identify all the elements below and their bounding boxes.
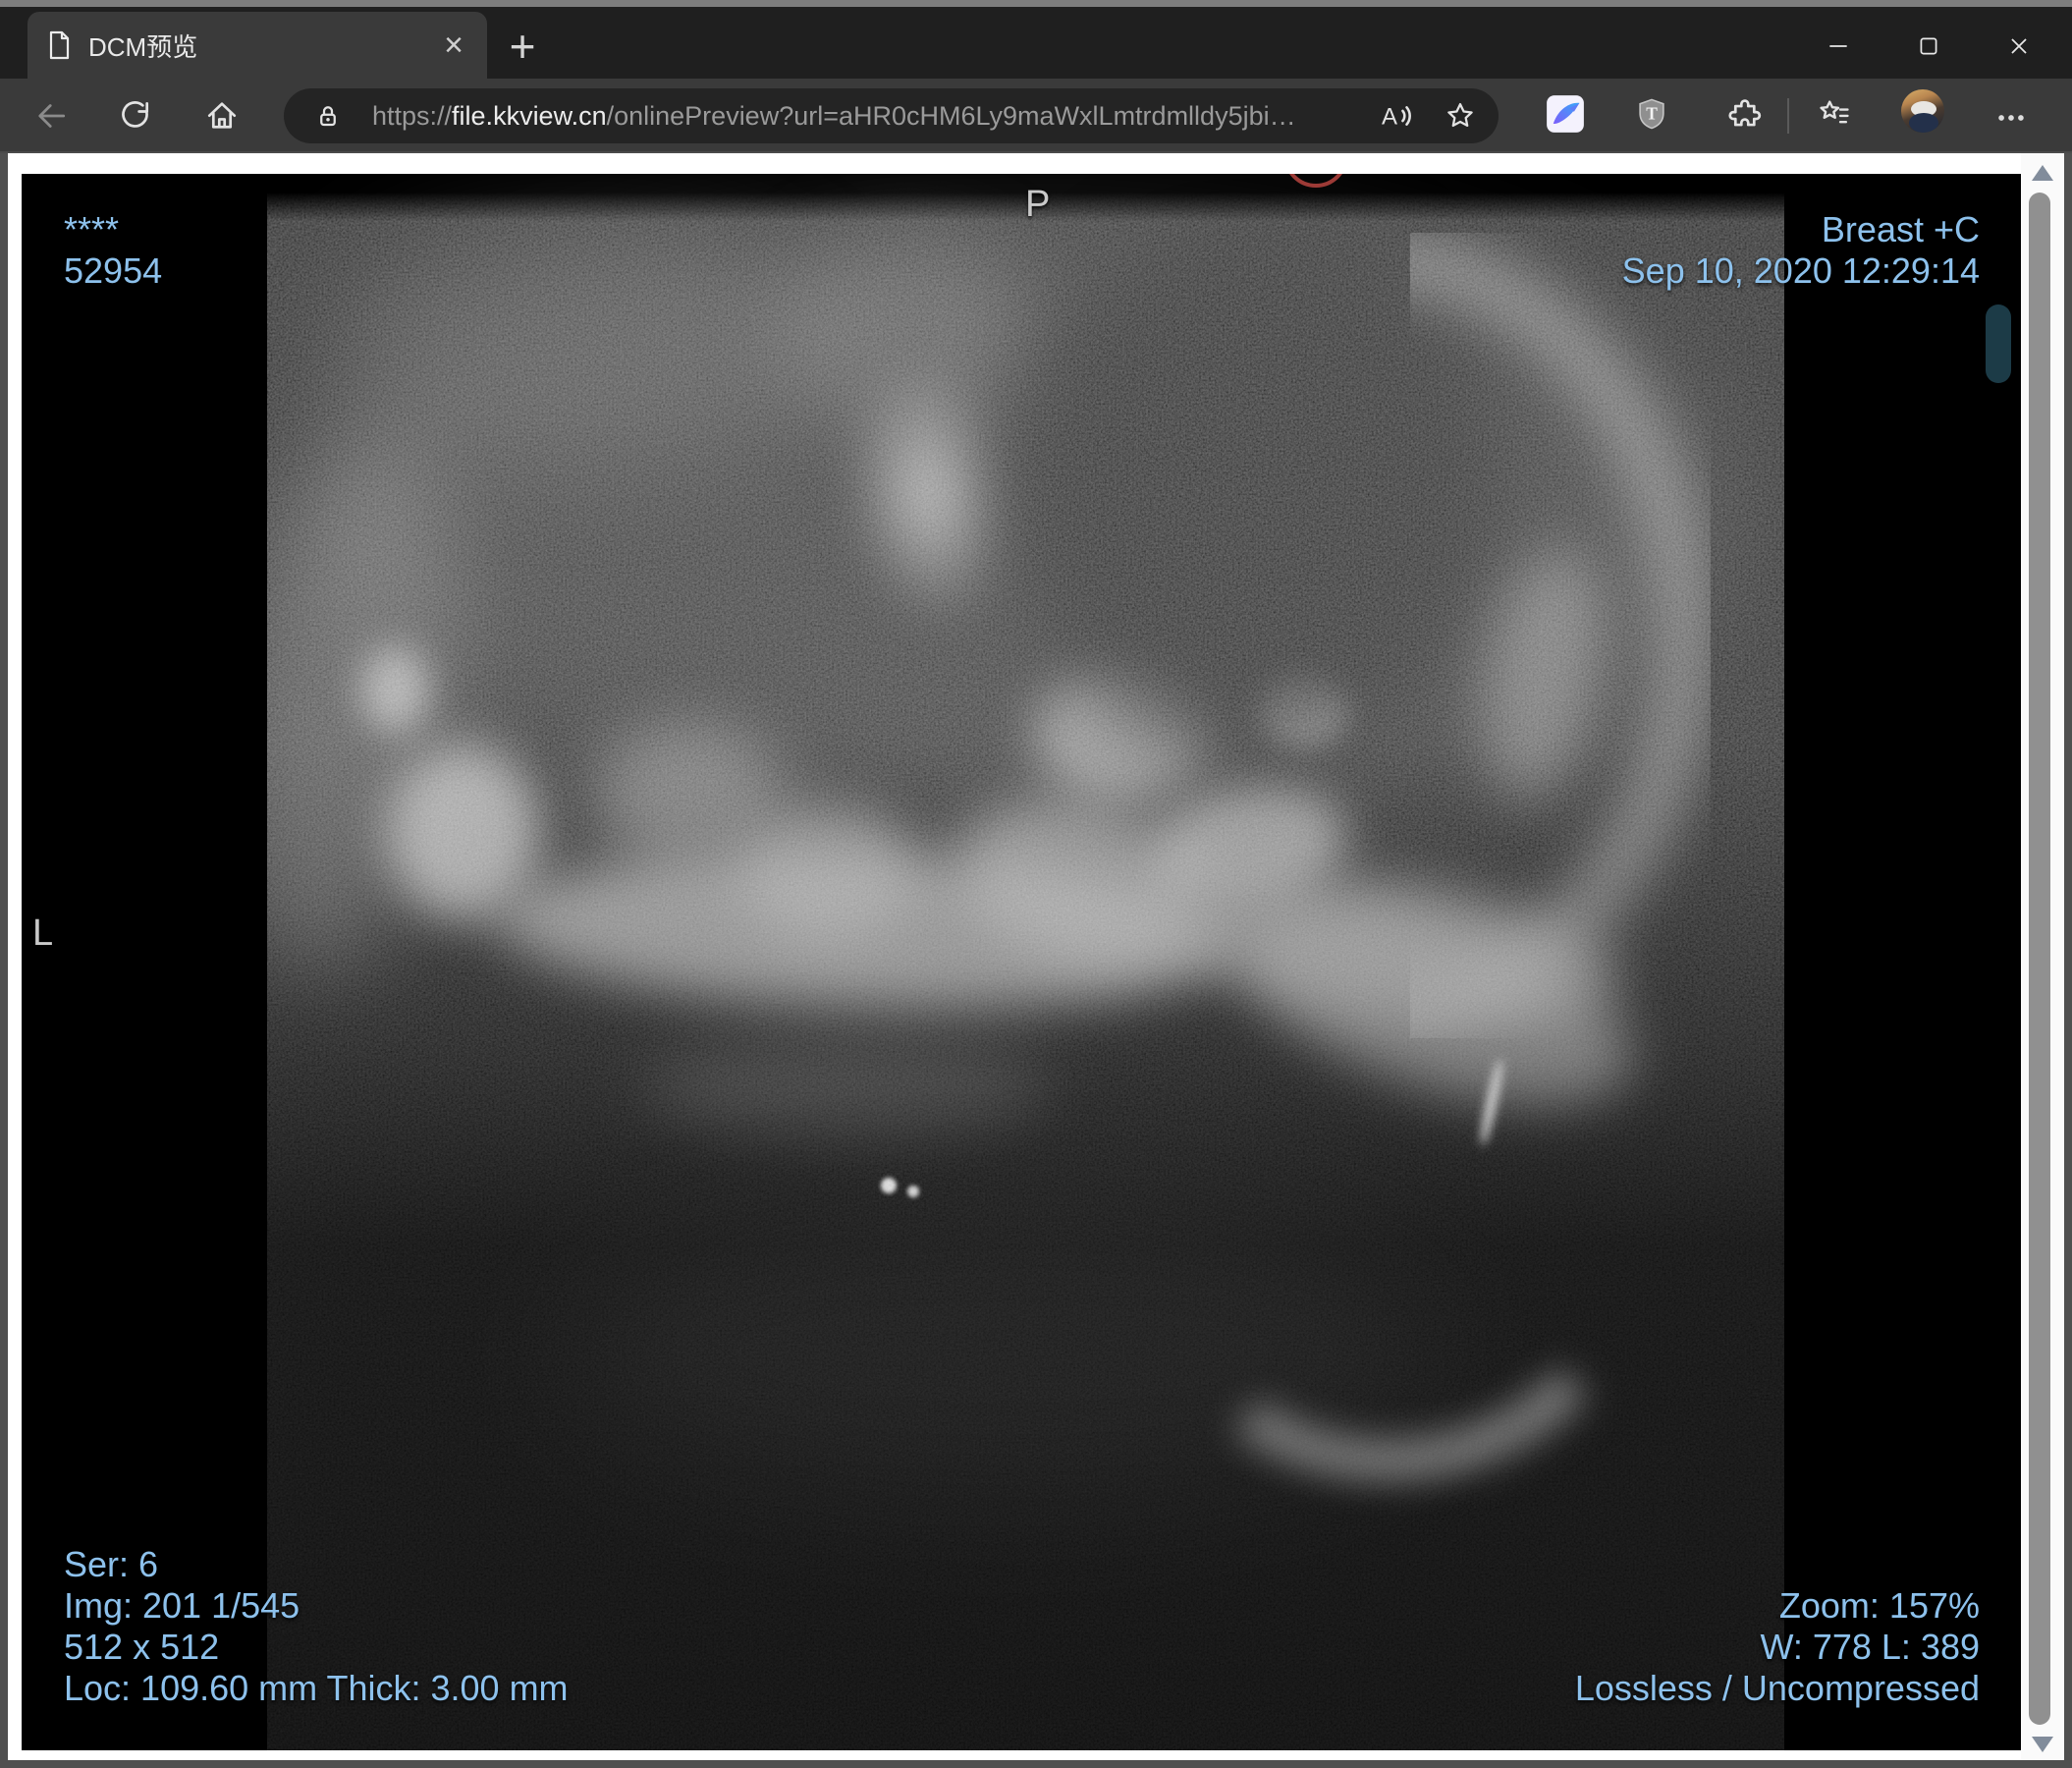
browser-window: DCM预览 × + https://file.kkview.cn/onlineP…: [0, 0, 2072, 1768]
study-datetime: Sep 10, 2020 12:29:14: [1621, 250, 1980, 291]
tab-close-button[interactable]: ×: [434, 26, 473, 65]
window-controls: [1793, 14, 2064, 79]
url-text: https://file.kkview.cn/onlinePreview?url…: [372, 101, 1379, 132]
shield-t-extension-icon[interactable]: T: [1630, 92, 1673, 136]
overlay-bottom-left: Ser: 6 Img: 201 1/545 512 x 512 Loc: 109…: [64, 1544, 569, 1709]
tab-bar: DCM预览 × +: [0, 7, 2072, 79]
home-button[interactable]: [200, 94, 244, 138]
url-host: file.kkview.cn: [452, 100, 607, 131]
svg-text:T: T: [1646, 104, 1658, 124]
study-name: Breast +C: [1821, 209, 1980, 249]
image-matrix: 512 x 512: [64, 1627, 220, 1667]
dicom-viewer-canvas[interactable]: **** 52954 Breast +C Sep 10, 2020 12:29:…: [22, 174, 2021, 1750]
scrollbar-down-arrow-icon[interactable]: [2032, 1737, 2053, 1752]
series-number: Ser: 6: [64, 1544, 159, 1584]
browser-toolbar: https://file.kkview.cn/onlinePreview?url…: [0, 79, 2072, 153]
orientation-marker-posterior: P: [1025, 184, 1051, 225]
overlay-top-right: Breast +C Sep 10, 2020 12:29:14: [1622, 209, 1980, 292]
profile-avatar[interactable]: [1901, 89, 1944, 133]
minimize-button[interactable]: [1793, 14, 1883, 79]
series-scroll-indicator[interactable]: [1986, 304, 2011, 383]
collections-icon[interactable]: [1813, 92, 1856, 136]
address-bar[interactable]: https://file.kkview.cn/onlinePreview?url…: [284, 88, 1499, 143]
mri-noise-texture: [267, 174, 1784, 1750]
zoom-level: Zoom: 157%: [1778, 1585, 1980, 1626]
extensions-puzzle-icon[interactable]: [1722, 92, 1766, 136]
read-aloud-icon[interactable]: A: [1379, 98, 1414, 134]
masked-id: ****: [64, 209, 120, 249]
new-tab-button[interactable]: +: [499, 21, 546, 72]
overlay-top-left: **** 52954: [64, 209, 162, 292]
maximize-button[interactable]: [1883, 14, 1974, 79]
url-protocol: https://: [372, 100, 453, 131]
close-window-button[interactable]: [1974, 14, 2064, 79]
svg-text:A: A: [1382, 103, 1397, 130]
lock-icon[interactable]: [313, 101, 343, 131]
orientation-marker-left: L: [32, 912, 54, 954]
settings-menu-icon[interactable]: [1990, 96, 2033, 139]
document-favicon-icon: [47, 30, 71, 60]
back-button[interactable]: [29, 94, 73, 138]
scrollbar-up-arrow-icon[interactable]: [2032, 165, 2053, 181]
window-top-edge: [0, 0, 2072, 7]
page-scrollbar[interactable]: [2021, 153, 2064, 1760]
compression-info: Lossless / Uncompressed: [1574, 1668, 1980, 1708]
scrollbar-thumb[interactable]: [2029, 193, 2050, 1725]
bird-extension-icon[interactable]: [1544, 92, 1587, 136]
slice-location: Loc: 109.60 mm Thick: 3.00 mm: [64, 1668, 569, 1708]
favorite-star-icon[interactable]: [1444, 99, 1477, 133]
patient-number: 52954: [64, 250, 163, 291]
toolbar-divider: [1787, 98, 1789, 134]
mri-image: [267, 174, 1784, 1750]
tab-title: DCM预览: [88, 31, 198, 62]
tab-dcm-preview[interactable]: DCM预览 ×: [27, 12, 487, 79]
url-path: /onlinePreview?url=aHR0cHM6Ly9maWxlLmtrd…: [606, 100, 1296, 131]
refresh-button[interactable]: [114, 94, 157, 138]
window-level: W: 778 L: 389: [1760, 1627, 1981, 1667]
overlay-bottom-right: Zoom: 157% W: 778 L: 389 Lossless / Unco…: [1575, 1585, 1980, 1709]
web-page: **** 52954 Breast +C Sep 10, 2020 12:29:…: [8, 153, 2064, 1760]
image-index: Img: 201 1/545: [64, 1585, 300, 1626]
